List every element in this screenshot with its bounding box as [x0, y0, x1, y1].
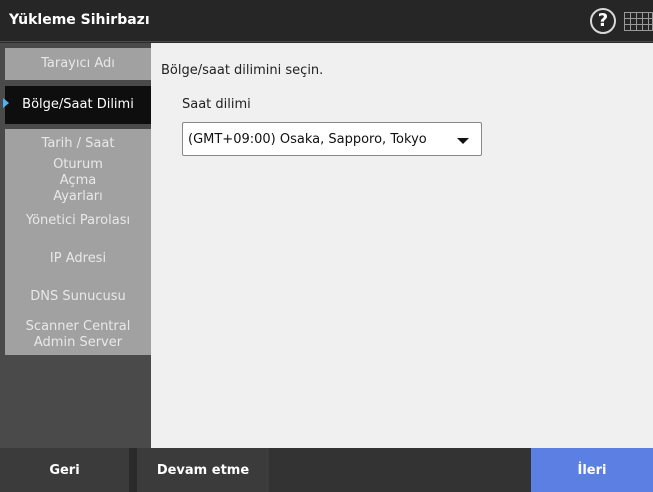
title-bar: Yükleme Sihirbazı ? — [0, 0, 653, 42]
step-admin-password[interactable]: Yönetici Parolası — [5, 203, 151, 239]
step-label: Yönetici Parolası — [25, 213, 131, 228]
step-label: Oturum Açma Ayarları — [53, 157, 103, 204]
step-scanner-name[interactable]: Tarayıcı Adı — [5, 48, 151, 80]
current-step-arrow-icon — [3, 98, 9, 108]
keyboard-icon[interactable] — [624, 12, 653, 31]
timezone-label: Saat dilimi — [182, 97, 251, 112]
footer-spacer — [269, 448, 531, 492]
step-login-settings[interactable]: Oturum Açma Ayarları — [5, 157, 151, 204]
back-button[interactable]: Geri — [0, 448, 129, 492]
timezone-select[interactable]: (GMT+09:00) Osaka, Sapporo, Tokyo — [182, 122, 482, 156]
wizard-steps-sidebar: Tarayıcı Adı Bölge/Saat Dilimi Tarih / S… — [0, 43, 151, 448]
step-scanner-central-admin[interactable]: Scanner Central Admin Server — [5, 315, 151, 355]
step-label: DNS Sunucusu — [30, 289, 126, 304]
main-panel: Bölge/saat dilimini seçin. Saat dilimi (… — [151, 43, 653, 448]
step-dns-server[interactable]: DNS Sunucusu — [5, 279, 151, 315]
instruction-text: Bölge/saat dilimini seçin. — [161, 63, 324, 78]
wizard-title: Yükleme Sihirbazı — [9, 12, 150, 28]
step-date-time[interactable]: Tarih / Saat — [5, 129, 151, 159]
step-label: Bölge/Saat Dilimi — [22, 97, 134, 112]
step-region-timezone[interactable]: Bölge/Saat Dilimi — [5, 86, 151, 124]
step-label: Tarayıcı Adı — [41, 56, 115, 71]
next-button[interactable]: İleri — [531, 448, 653, 492]
continue-button[interactable]: Devam etme — [137, 448, 269, 492]
dropdown-arrow-icon — [457, 138, 469, 144]
footer-bar: Geri Devam etme İleri — [0, 448, 653, 492]
help-icon[interactable]: ? — [590, 8, 616, 34]
step-label: Tarih / Saat — [41, 136, 115, 151]
step-label: Scanner Central Admin Server — [25, 319, 131, 350]
step-ip-address[interactable]: IP Adresi — [5, 239, 151, 279]
step-label: IP Adresi — [49, 251, 107, 266]
timezone-selected-value: (GMT+09:00) Osaka, Sapporo, Tokyo — [188, 132, 427, 147]
